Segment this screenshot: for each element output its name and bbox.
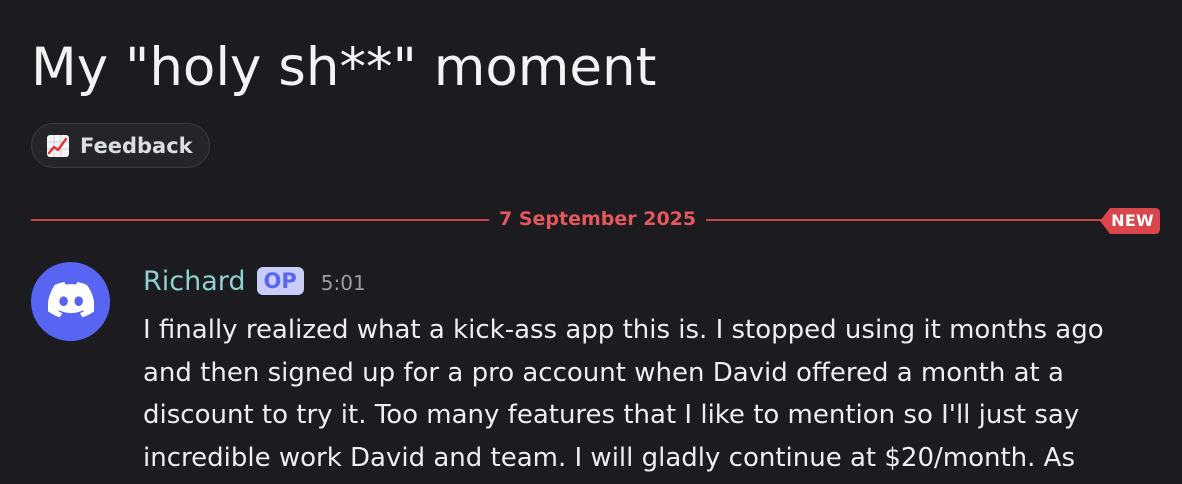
message-line: and then signed up for a pro account whe…	[143, 357, 1064, 388]
thread-view: My "holy sh**" moment Feedback 7 Septemb…	[0, 0, 1182, 484]
discord-logo-icon	[47, 281, 94, 322]
message-header: Richard OP 5:01	[143, 263, 366, 299]
message-timestamp[interactable]: 5:01	[321, 267, 366, 295]
avatar[interactable]	[31, 262, 110, 341]
tag-feedback[interactable]: Feedback	[31, 123, 210, 168]
tag-label: Feedback	[80, 133, 193, 158]
chart-increasing-icon	[46, 134, 70, 158]
message-line: discount to try it. Too many features th…	[143, 400, 1080, 430]
divider-date: 7 September 2025	[489, 205, 707, 233]
thread-title: My "holy sh**" moment	[31, 37, 657, 98]
new-badge: NEW	[1100, 208, 1160, 234]
author-name[interactable]: Richard	[143, 266, 246, 297]
op-badge: OP	[256, 267, 304, 295]
date-divider: 7 September 2025 NEW	[31, 205, 1160, 235]
message-line: I finally realized what a kick-ass app t…	[143, 315, 1104, 345]
message-line: incredible work David and team. I will g…	[143, 442, 1076, 473]
new-badge-label: NEW	[1111, 211, 1154, 230]
message-body: I finally realized what a kick-ass app t…	[143, 309, 1143, 479]
